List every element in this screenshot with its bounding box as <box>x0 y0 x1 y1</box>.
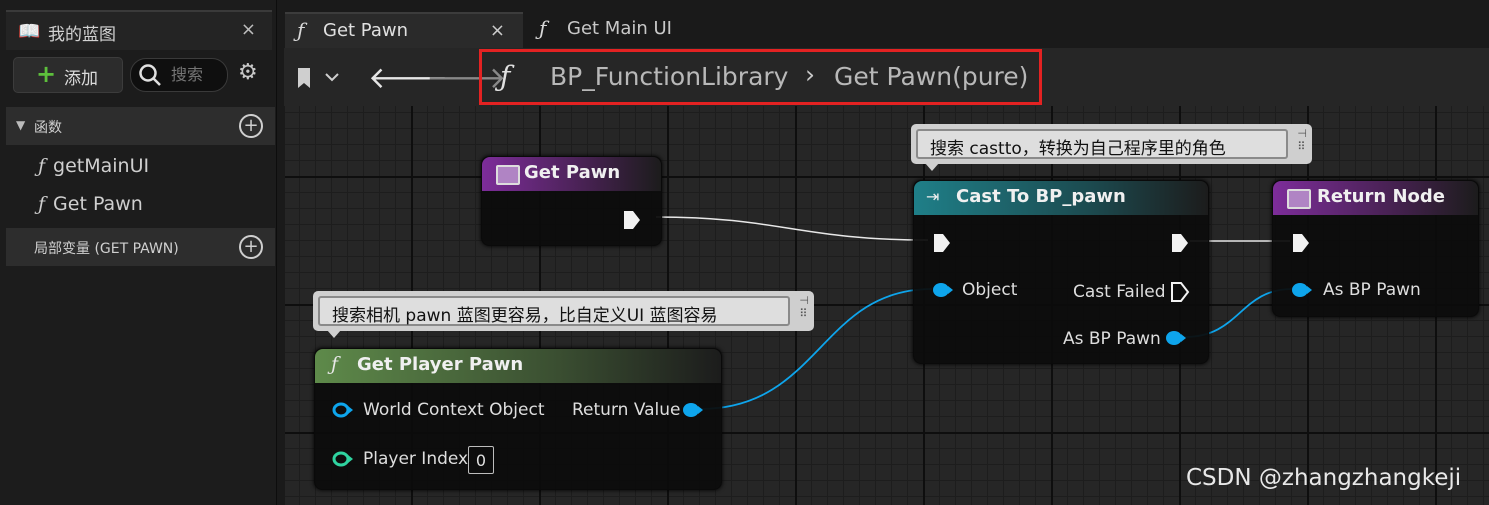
pin-icon[interactable]: ⊣ ⠿ <box>799 294 809 320</box>
comment-text: 搜索相机 pawn 蓝图更容易，比自定义UI 蓝图容易 <box>332 306 718 326</box>
comment-text: 搜索 castto，转换为自己程序里的角色 <box>930 139 1226 159</box>
comment-bubble-pawn[interactable]: 搜索相机 pawn 蓝图更容易，比自定义UI 蓝图容易 ⊣ ⠿ <box>313 291 814 338</box>
comment-tail <box>925 163 939 171</box>
return-value-out-pin[interactable] <box>681 401 705 419</box>
node-title: Get Pawn <box>524 162 621 183</box>
comment-body: 搜索相机 pawn 蓝图更容易，比自定义UI 蓝图容易 <box>318 296 790 326</box>
pin-label-object: Object <box>962 280 1018 300</box>
object-in-pin[interactable] <box>932 281 954 299</box>
wires <box>655 216 1293 410</box>
as-bp-pawn-out-pin[interactable] <box>1164 329 1188 347</box>
node-title: Get Player Pawn <box>357 354 524 375</box>
pin-label-as-bp-pawn: As BP Pawn <box>1323 280 1421 300</box>
world-context-pin[interactable] <box>331 401 355 419</box>
node-get-player-pawn[interactable]: ƒ Get Player Pawn World Context Object R… <box>314 348 722 490</box>
node-return[interactable]: Return Node As BP Pawn <box>1272 180 1479 317</box>
comment-body: 搜索 castto，转换为自己程序里的角色 <box>916 129 1288 159</box>
node-get-pawn[interactable]: Get Pawn <box>481 156 662 246</box>
function-entry-icon <box>496 165 520 185</box>
exec-out-pin[interactable] <box>622 209 642 231</box>
node-title: Cast To BP_pawn <box>956 186 1126 207</box>
node-title: Return Node <box>1317 186 1445 207</box>
pin-label-as-bp-pawn: As BP Pawn <box>1063 329 1161 349</box>
function-return-icon <box>1287 189 1311 209</box>
player-index-input[interactable] <box>468 446 494 474</box>
exec-wire-getpawn-cast <box>655 216 929 241</box>
function-icon: ƒ <box>331 353 339 375</box>
comment-tail <box>327 330 341 338</box>
pin-icon[interactable]: ⊣ ⠿ <box>1297 127 1307 153</box>
pin-label-player-index: Player Index <box>363 449 469 469</box>
exec-out-pin[interactable] <box>1170 232 1190 254</box>
node-cast-to-bp-pawn[interactable]: ⇥ Cast To BP_pawn Object Cast Failed As … <box>913 180 1209 364</box>
cast-exec-icon: ⇥ <box>926 187 940 206</box>
pin-label-world-context: World Context Object <box>363 400 545 420</box>
exec-cast-failed-pin[interactable] <box>1170 281 1190 303</box>
pin-label-return-value: Return Value <box>572 400 681 420</box>
player-index-pin[interactable] <box>331 450 355 468</box>
comment-bubble-cast[interactable]: 搜索 castto，转换为自己程序里的角色 ⊣ ⠿ <box>911 124 1312 171</box>
watermark: CSDN @zhangzhangkeji <box>1186 465 1462 491</box>
pin-label-cast-failed: Cast Failed <box>1073 282 1166 302</box>
exec-in-pin[interactable] <box>1291 232 1311 254</box>
exec-in-pin[interactable] <box>932 232 952 254</box>
as-bp-pawn-in-pin[interactable] <box>1291 281 1313 299</box>
